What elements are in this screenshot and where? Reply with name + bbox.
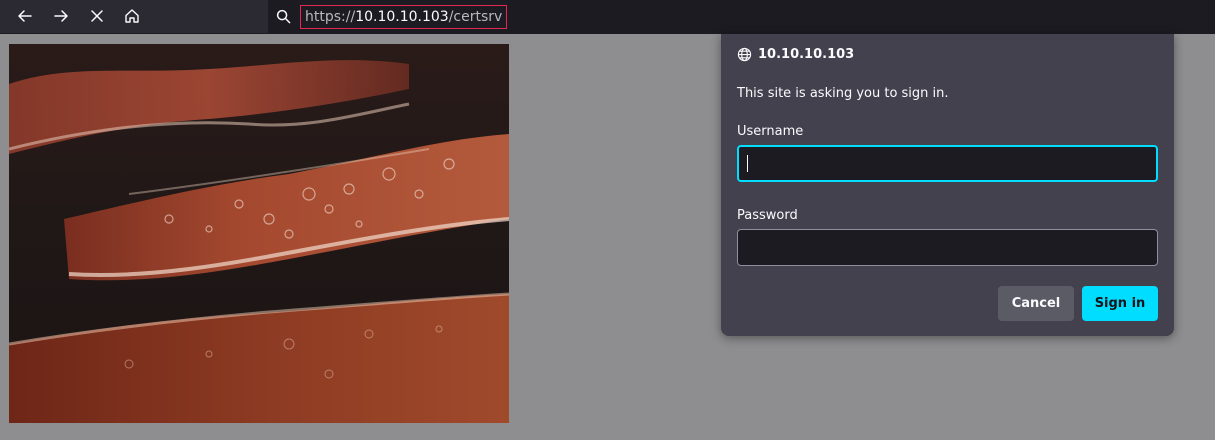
home-button[interactable] [117,2,147,30]
home-icon [125,9,139,23]
url-host: 10.10.10.103 [355,9,449,25]
password-field[interactable] [737,229,1158,266]
browser-toolbar: https://10.10.10.103/certsrv [0,0,1215,34]
back-icon [18,10,32,22]
sign-in-button[interactable]: Sign in [1082,286,1158,321]
password-label: Password [737,208,798,223]
stop-button[interactable] [82,2,112,30]
bacon-photo [9,44,509,423]
dialog-host-text: 10.10.10.103 [758,47,855,62]
auth-dialog: 10.10.10.103 This site is asking you to … [721,34,1174,336]
search-icon [276,9,291,24]
stop-icon [91,10,103,22]
forward-button[interactable] [46,2,76,30]
back-button[interactable] [10,2,40,30]
username-label: Username [737,124,804,139]
url-path: /certsrv [448,9,503,25]
url-scheme: https:// [305,9,356,25]
forward-icon [54,10,68,22]
globe-icon [737,47,752,62]
username-field[interactable] [737,145,1158,182]
dialog-host: 10.10.10.103 [737,47,854,62]
text-caret [747,155,748,172]
bacon-image [9,44,509,423]
url-text[interactable]: https://10.10.10.103/certsrv [300,5,508,29]
cancel-button[interactable]: Cancel [998,286,1074,321]
dialog-message: This site is asking you to sign in. [737,86,949,101]
